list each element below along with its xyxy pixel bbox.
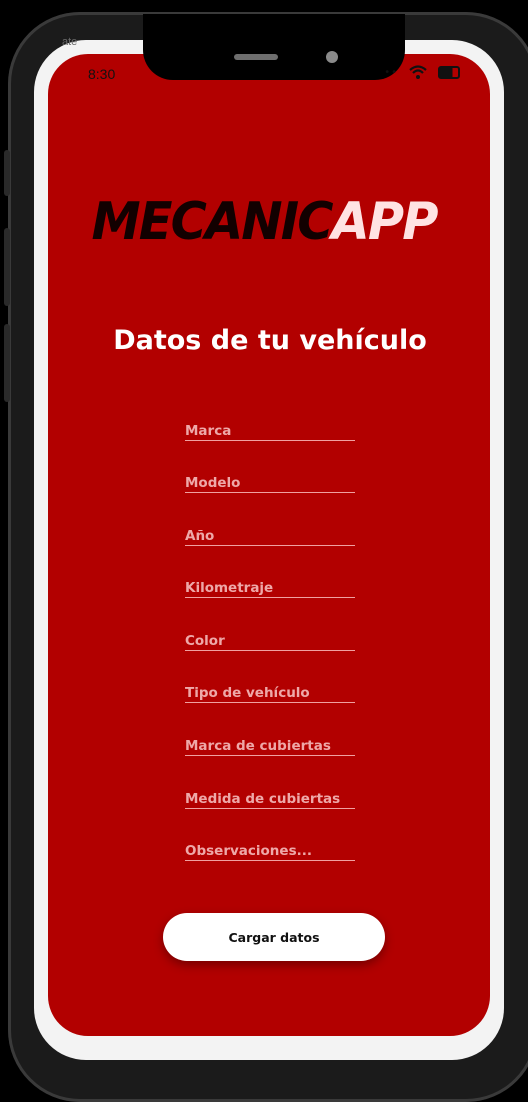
mute-switch bbox=[4, 150, 10, 196]
logo-text-mecanic: MECANIC bbox=[91, 192, 333, 252]
front-camera bbox=[326, 51, 338, 63]
color-input[interactable] bbox=[185, 633, 355, 649]
vehicle-type-input[interactable] bbox=[185, 685, 355, 701]
signal-icon: •• bbox=[384, 66, 398, 78]
volume-up-button bbox=[4, 228, 10, 306]
model-input[interactable] bbox=[185, 475, 355, 491]
phone-notch bbox=[143, 14, 405, 80]
page-title: Datos de tu vehículo bbox=[113, 325, 427, 356]
app-logo: MECANICAPP bbox=[13, 192, 515, 252]
status-time: 8:30 bbox=[88, 66, 116, 82]
submit-button[interactable]: Cargar datos bbox=[163, 913, 385, 961]
speaker-grille bbox=[234, 54, 278, 60]
brand-field-wrapper bbox=[185, 418, 355, 441]
year-input[interactable] bbox=[185, 528, 355, 544]
vehicle-type-field-wrapper bbox=[185, 680, 355, 703]
color-field-wrapper bbox=[185, 628, 355, 651]
observations-field-wrapper bbox=[185, 838, 355, 861]
wifi-icon bbox=[409, 65, 427, 79]
mileage-input[interactable] bbox=[185, 580, 355, 596]
brand-input[interactable] bbox=[185, 423, 355, 439]
battery-icon bbox=[438, 65, 460, 79]
model-field-wrapper bbox=[185, 470, 355, 493]
observations-input[interactable] bbox=[185, 843, 355, 859]
tire-size-input[interactable] bbox=[185, 791, 355, 807]
status-icons: •• bbox=[384, 64, 460, 80]
tire-size-field-wrapper bbox=[185, 786, 355, 809]
background-app-label: ate bbox=[62, 36, 78, 48]
tire-brand-field-wrapper bbox=[185, 733, 355, 756]
logo-text-app: APP bbox=[331, 192, 439, 252]
tire-brand-input[interactable] bbox=[185, 738, 355, 754]
mileage-field-wrapper bbox=[185, 575, 355, 598]
year-field-wrapper bbox=[185, 523, 355, 546]
